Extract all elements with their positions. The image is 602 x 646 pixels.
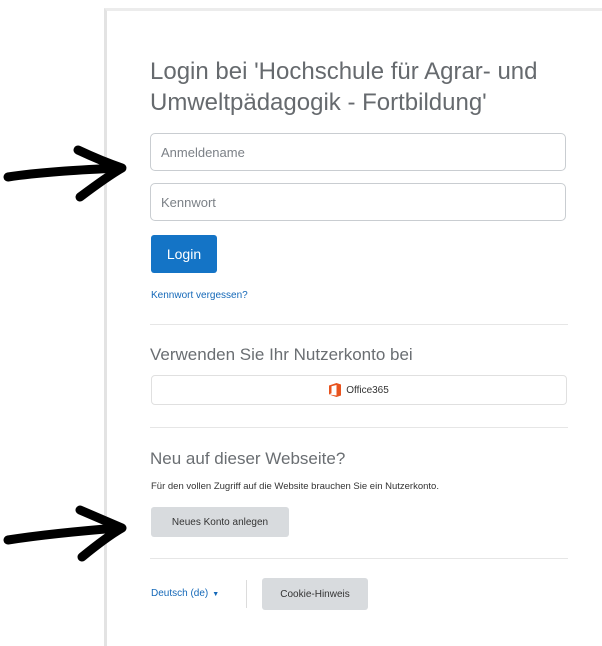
oauth-heading: Verwenden Sie Ihr Nutzerkonto bei: [150, 345, 413, 364]
forgot-password-link[interactable]: Kennwort vergessen?: [151, 290, 248, 301]
signup-info-text: Für den vollen Zugriff auf die Website b…: [151, 481, 439, 492]
divider: [150, 427, 568, 428]
page: Login bei 'Hochschule für Agrar- und Umw…: [0, 0, 602, 646]
signup-heading: Neu auf dieser Webseite?: [150, 449, 346, 468]
password-input[interactable]: [150, 183, 566, 221]
language-selector[interactable]: Deutsch (de) ▼: [151, 588, 219, 599]
divider: [150, 324, 568, 325]
divider: [150, 558, 568, 559]
caret-down-icon: ▼: [212, 591, 220, 598]
page-title: Login bei 'Hochschule für Agrar- und Umw…: [150, 58, 538, 116]
login-button[interactable]: Login: [151, 235, 217, 273]
footer-separator: [246, 580, 247, 608]
username-input[interactable]: [150, 133, 566, 171]
office365-login-button[interactable]: Office365: [151, 375, 567, 405]
language-label: Deutsch (de): [151, 588, 209, 599]
oauth-provider-label: Office365: [346, 384, 389, 396]
annotation-arrow-icon: [3, 145, 127, 202]
office365-icon: [329, 383, 342, 397]
create-account-button[interactable]: Neues Konto anlegen: [151, 507, 289, 537]
annotation-arrow-icon: [3, 505, 127, 562]
cookie-notice-button[interactable]: Cookie-Hinweis: [262, 578, 368, 610]
